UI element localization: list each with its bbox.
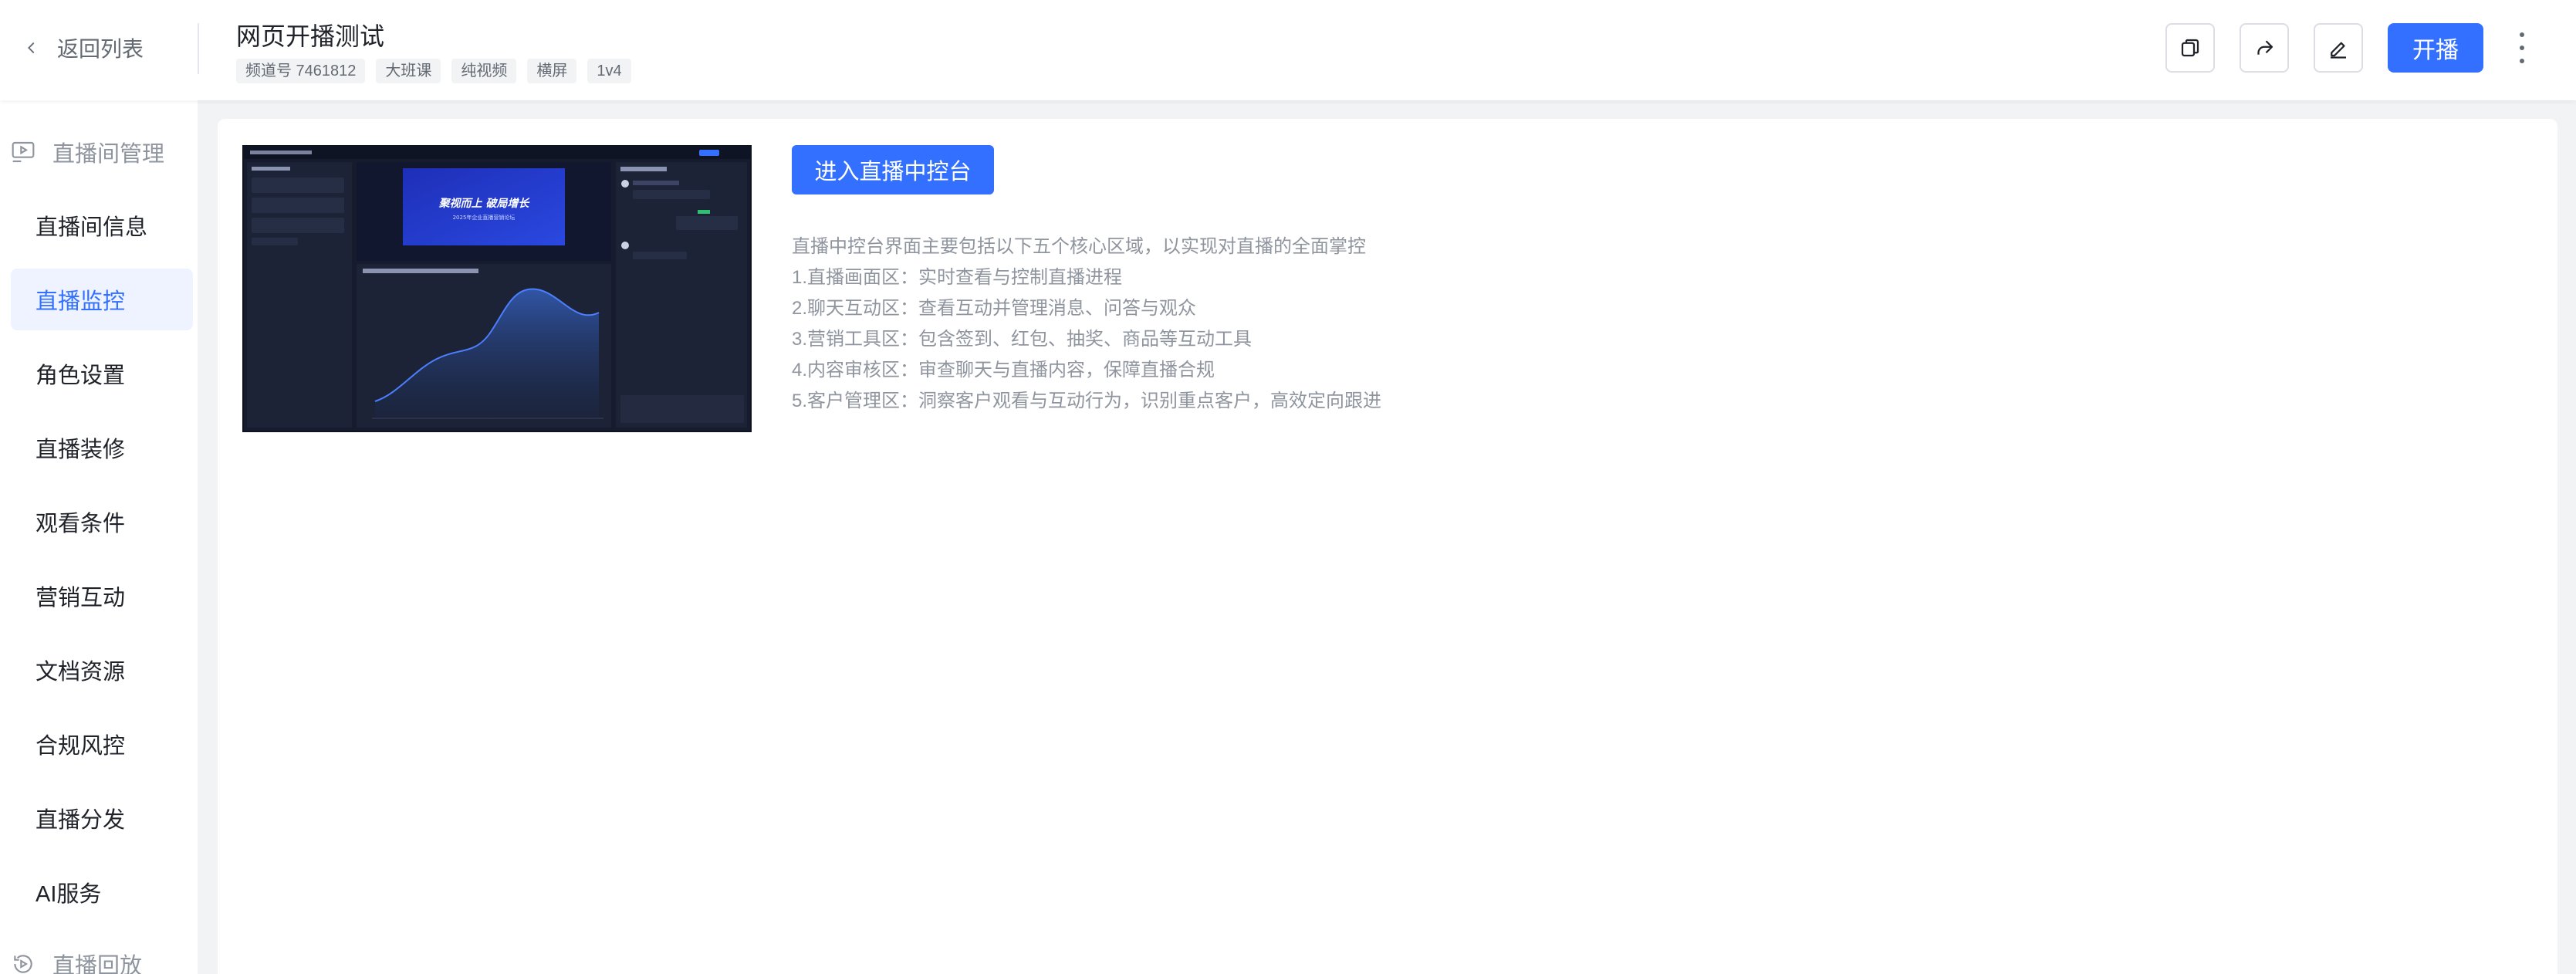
sidebar-item-decoration[interactable]: 直播装修 — [11, 417, 193, 479]
sidebar-group-label: 直播间管理 — [52, 142, 165, 167]
sidebar-item-role-settings[interactable]: 角色设置 — [11, 343, 193, 404]
console-preview-image: 聚视而上 破局增长 2025年企业直播营销论坛 — [242, 145, 752, 432]
description-intro: 直播中控台界面主要包括以下五个核心区域，以实现对直播的全面掌控 — [792, 236, 1366, 257]
preview-banner-title: 聚视而上 破局增长 — [438, 197, 531, 210]
chevron-left-icon — [28, 42, 35, 54]
sidebar-item-distribution[interactable]: 直播分发 — [11, 787, 193, 849]
share-button[interactable] — [2240, 23, 2289, 73]
sidebar-item-documents[interactable]: 文档资源 — [11, 639, 193, 701]
main-content-card: 聚视而上 破局增长 2025年企业直播营销论坛 进入直播中控台 直播中控台界面主… — [218, 119, 2557, 974]
description-item: 1.直播画面区：实时查看与控制直播进程 — [792, 267, 1123, 288]
copy-icon — [2181, 39, 2199, 57]
copy-button[interactable] — [2165, 23, 2215, 73]
top-header: 返回列表 网页开播测试 频道号 7461812 大班课 纯视频 横屏 1v4 开… — [0, 0, 2576, 100]
edit-button[interactable] — [2314, 23, 2363, 73]
live-room-icon — [12, 141, 35, 163]
replay-icon — [14, 955, 32, 973]
sidebar-group-live-room: 直播间管理 — [11, 136, 164, 168]
sidebar-item-watch-conditions[interactable]: 观看条件 — [11, 491, 193, 553]
page-title: 网页开播测试 — [236, 22, 385, 50]
sidebar-item-ai-service[interactable]: AI服务 — [11, 861, 193, 923]
enter-console-button[interactable]: 进入直播中控台 — [792, 145, 994, 194]
start-live-button[interactable]: 开播 — [2388, 23, 2483, 73]
header-divider — [198, 23, 199, 74]
description-item: 4.内容审核区：审查聊天与直播内容，保障直播合规 — [792, 360, 1215, 380]
console-description: 直播中控台界面主要包括以下五个核心区域，以实现对直播的全面掌控 1.直播画面区：… — [792, 232, 1381, 417]
channel-tags: 频道号 7461812 大班课 纯视频 横屏 1v4 — [236, 59, 631, 83]
preview-banner-subtitle: 2025年企业直播营销论坛 — [453, 214, 516, 221]
sidebar-item-compliance[interactable]: 合规风控 — [11, 713, 193, 775]
more-vertical-icon[interactable] — [2514, 32, 2530, 63]
sidebar-item-marketing[interactable]: 营销互动 — [11, 565, 193, 627]
description-item: 3.营销工具区：包含签到、红包、抽奖、商品等互动工具 — [792, 329, 1253, 350]
sidebar-item-live-room-info[interactable]: 直播间信息 — [11, 194, 193, 256]
orientation-tag: 横屏 — [527, 59, 577, 83]
console-preview-graphic: 聚视而上 破局增长 2025年企业直播营销论坛 — [244, 147, 750, 431]
description-item: 5.客户管理区：洞察客户观看与互动行为，识别重点客户，高效定向跟进 — [792, 391, 1382, 411]
media-type-tag: 纯视频 — [451, 59, 517, 83]
description-item: 2.聊天互动区：查看互动并管理消息、问答与观众 — [792, 298, 1197, 319]
back-to-list-link[interactable]: 返回列表 — [23, 32, 144, 63]
edit-icon — [2331, 42, 2346, 59]
sidebar-group-label: 直播回放 — [52, 954, 143, 974]
sidebar-group-replay[interactable]: 直播回放 — [11, 948, 142, 974]
channel-id-tag: 频道号 7461812 — [236, 59, 366, 83]
mode-tag: 1v4 — [587, 59, 631, 83]
sidebar: 直播间管理 直播间信息 直播监控 角色设置 直播装修 观看条件 营销互动 文档资… — [0, 100, 198, 974]
class-type-tag: 大班课 — [376, 59, 441, 83]
share-icon — [2257, 40, 2273, 55]
sidebar-item-live-monitor[interactable]: 直播监控 — [11, 269, 193, 330]
header-actions: 开播 — [2165, 23, 2530, 73]
back-label: 返回列表 — [57, 37, 144, 61]
